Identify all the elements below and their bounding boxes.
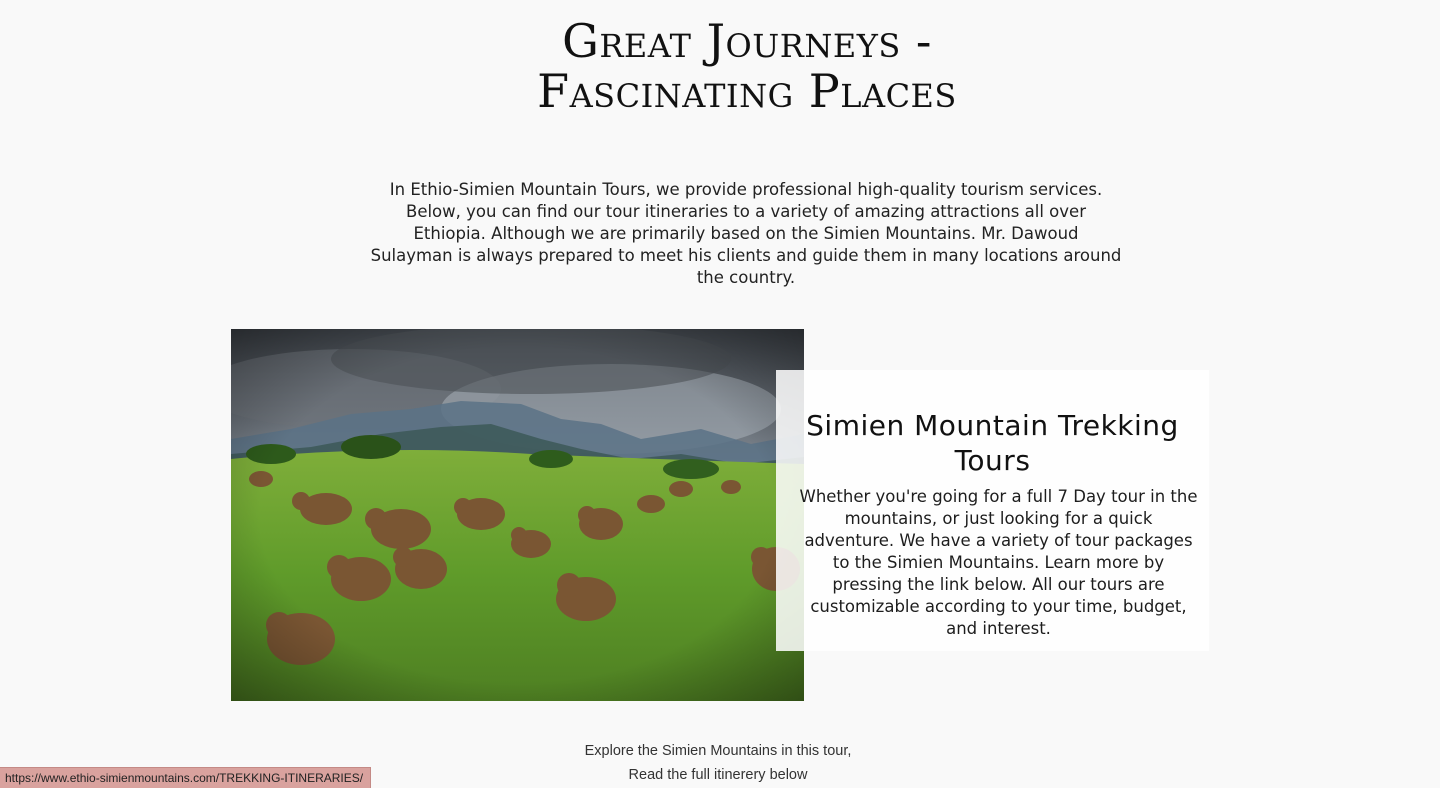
- card-title: Simien Mountain Trekking Tours: [806, 409, 1179, 477]
- intro-paragraph: In Ethio-Simien Mountain Tours, we provi…: [370, 180, 1122, 287]
- page-title-line-2: Fascinating Places: [537, 64, 957, 118]
- card-description: Whether you're going for a full 7 Day to…: [799, 487, 1198, 638]
- page-title: Great Journeys - Fascinating Places: [0, 16, 1440, 116]
- status-bar-url: https://www.ethio-simienmountains.com/TR…: [0, 767, 372, 788]
- page-title-line-1: Great Journeys -: [562, 14, 932, 68]
- gelada-monkeys-photo: [231, 329, 804, 701]
- explore-caption: Explore the Simien Mountains in this tou…: [584, 743, 852, 783]
- trekking-tours-card: Simien Mountain Trekking Tours Whether y…: [776, 370, 1209, 651]
